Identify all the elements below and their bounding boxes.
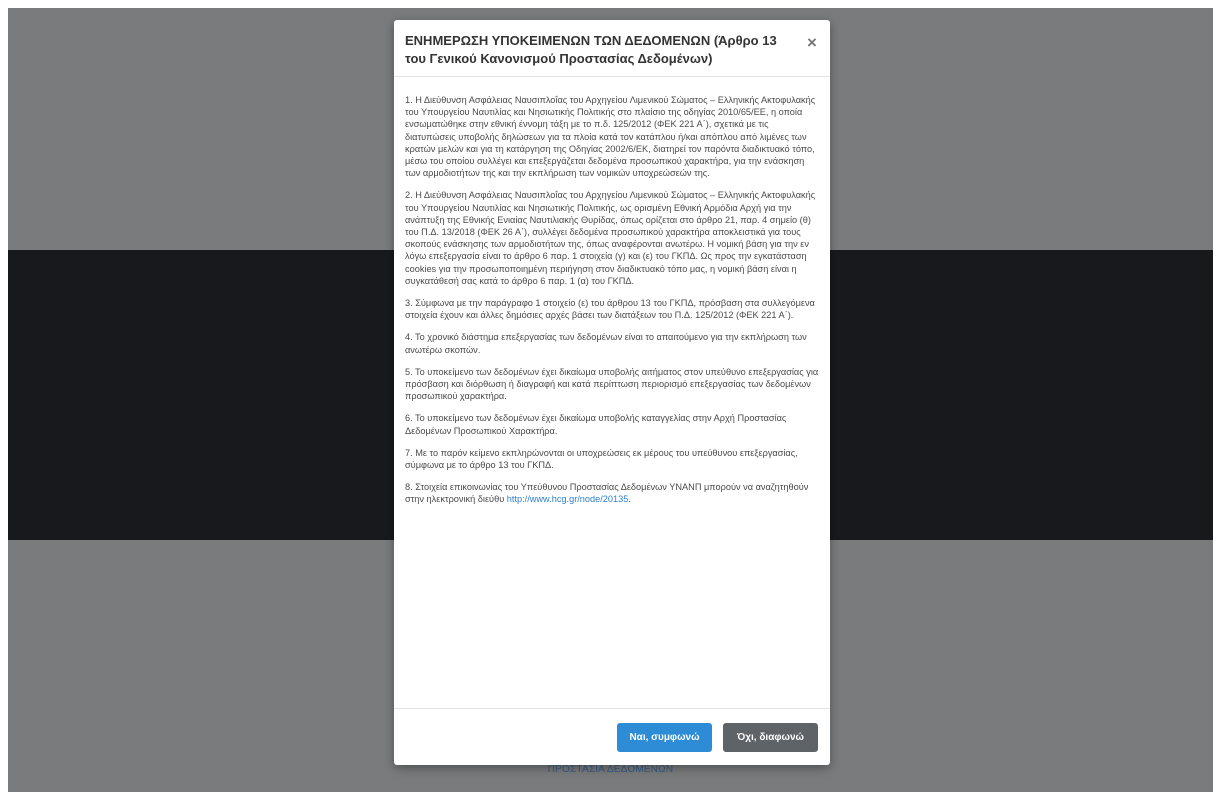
close-icon[interactable]: ×: [804, 34, 820, 52]
paragraph-8-end: .: [628, 494, 631, 505]
modal-body: 1. Η Διεύθυνση Ασφάλειας Ναυσιπλοΐας του…: [405, 94, 819, 516]
paragraph-4: 4. Το χρονικό διάστημα επεξεργασίας των …: [405, 332, 807, 355]
paragraph-8: 8. Στοιχεία επικοινωνίας του Υπεύθυνου Π…: [405, 481, 819, 505]
paragraph-7: 7. Με το παρόν κείμενο εκπληρώνονται οι …: [405, 447, 798, 471]
paragraph-5: 5. Το υποκείμενο των δεδομένων έχει δικα…: [405, 366, 819, 402]
modal-title: ΕΝΗΜΕΡΩΣΗ ΥΠΟΚΕΙΜΕΝΩΝ ΤΩΝ ΔΕΔΟΜΕΝΩΝ (Άρθ…: [405, 33, 777, 66]
decline-button[interactable]: Όχι, διαφωνώ: [723, 723, 818, 752]
accept-button[interactable]: Ναι, συμφωνώ: [617, 723, 712, 752]
paragraph-1: 1. Η Διεύθυνση Ασφάλειας Ναυσιπλοΐας του…: [405, 95, 816, 179]
modal-header: ΕΝΗΜΕΡΩΣΗ ΥΠΟΚΕΙΜΕΝΩΝ ΤΩΝ ΔΕΔΟΜΕΝΩΝ (Άρθ…: [394, 20, 830, 77]
gdpr-consent-modal: ΕΝΗΜΕΡΩΣΗ ΥΠΟΚΕΙΜΕΝΩΝ ΤΩΝ ΔΕΔΟΜΕΝΩΝ (Άρθ…: [394, 20, 830, 765]
paragraph-2: 2. Η Διεύθυνση Ασφάλειας Ναυσιπλοΐας του…: [405, 190, 816, 286]
dpo-contact-link[interactable]: http://www.hcg.gr/node/20135: [507, 494, 629, 504]
paragraph-6: 6. Το υποκείμενο των δεδομένων έχει δικα…: [405, 413, 787, 436]
page-background: ΠΡΟΣΤΑΣΙΑ ΔΕΔΟΜΕΝΩΝ ΕΝΗΜΕΡΩΣΗ ΥΠΟΚΕΙΜΕΝΩ…: [0, 0, 1221, 792]
paragraph-3: 3. Σύμφωνα με την παράγραφο 1 στοιχείο (…: [405, 298, 815, 321]
modal-footer: Ναι, συμφωνώ Όχι, διαφωνώ: [394, 708, 830, 766]
